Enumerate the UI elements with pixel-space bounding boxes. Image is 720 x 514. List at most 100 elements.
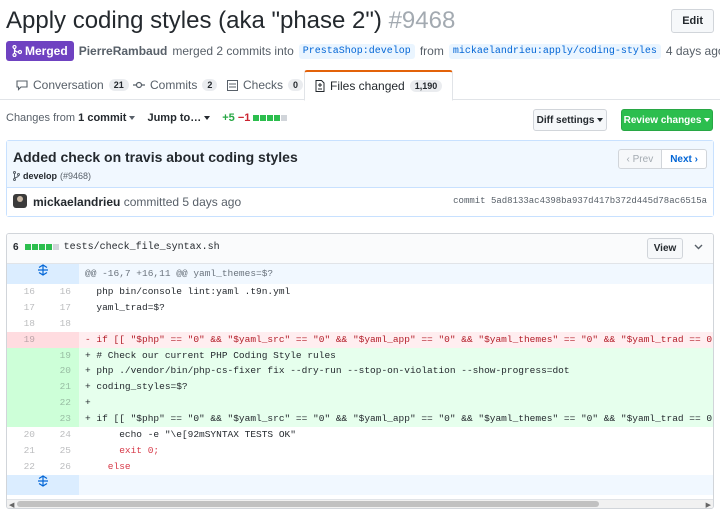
- pr-title: Apply coding styles (aka "phase 2") #946…: [6, 6, 714, 36]
- scroll-right-icon[interactable]: ▶: [706, 501, 711, 508]
- new-line-number[interactable]: 26: [43, 458, 79, 475]
- old-line-number[interactable]: 18: [7, 315, 43, 332]
- diff-line-add: 23 + if [[ "$php" == "0" && "$yaml_src" =…: [7, 411, 713, 428]
- scroll-left-icon[interactable]: ◀: [9, 501, 14, 508]
- scrollbar-thumb[interactable]: [17, 501, 599, 507]
- old-line-number[interactable]: 19: [7, 331, 43, 348]
- caret-down-icon: [204, 116, 211, 121]
- expand-up-icon[interactable]: [7, 264, 79, 284]
- changes-from-menu[interactable]: Changes from 1 commit: [6, 112, 136, 124]
- tab-commits-label: Commits: [150, 78, 198, 92]
- diff-line-add: 21 + coding_styles=$?: [7, 379, 713, 396]
- diff-code: [79, 316, 713, 332]
- commit-meta: mickaelandrieu committed 5 days ago comm…: [7, 188, 713, 216]
- tab-commits-count: 2: [202, 79, 218, 91]
- next-button[interactable]: Next ›: [662, 149, 707, 169]
- new-line-number[interactable]: 20: [43, 363, 79, 380]
- diff-line-ctx: 21 25 exit 0;: [7, 442, 713, 459]
- changes-from-label: Changes from: [6, 112, 76, 124]
- merge-icon: [12, 45, 22, 57]
- tab-commits[interactable]: Commits 2: [123, 70, 227, 100]
- diffstat-block: [281, 115, 288, 122]
- tab-checks[interactable]: Checks 0: [217, 70, 313, 100]
- tab-conversation[interactable]: Conversation 21: [6, 70, 139, 100]
- new-line-number[interactable]: 25: [43, 442, 79, 459]
- new-line-number[interactable]: 23: [43, 411, 79, 428]
- merged-text: merged 2 commits into: [172, 44, 294, 58]
- view-file-button[interactable]: View: [647, 238, 683, 259]
- chevron-down-icon[interactable]: [694, 242, 703, 253]
- new-line-number[interactable]: 21: [43, 379, 79, 396]
- head-branch[interactable]: mickaelandrieu:apply/coding-styles: [448, 43, 661, 59]
- old-line-number[interactable]: 20: [7, 427, 43, 443]
- diff-line-ctx: 17 17 yaml_trad=$?: [7, 299, 713, 316]
- commit-pr-ref[interactable]: (#9468): [60, 171, 91, 181]
- expand-row-code: [79, 475, 713, 495]
- edit-button[interactable]: Edit: [671, 9, 714, 33]
- new-line-number[interactable]: [43, 331, 79, 348]
- diff-line-add: 19 + # Check our current PHP Coding Style…: [7, 347, 713, 364]
- new-line-number[interactable]: 24: [43, 427, 79, 443]
- changes-from-value: 1 commit: [78, 112, 127, 124]
- old-line-number[interactable]: [7, 395, 43, 412]
- diff-code: php bin/console lint:yaml .t9n.yml: [85, 286, 291, 297]
- commit-sha[interactable]: commit 5ad8133ac4398ba937d417b372d445d78…: [453, 196, 707, 206]
- commit-pager: ‹ Prev Next ›: [617, 149, 707, 169]
- tab-checks-label: Checks: [243, 78, 284, 92]
- jump-to-menu[interactable]: Jump to…: [147, 112, 211, 124]
- old-line-number[interactable]: 17: [7, 299, 43, 316]
- file-path[interactable]: tests/check_file_syntax.sh: [64, 242, 220, 253]
- tab-checks-count: 0: [288, 79, 304, 91]
- new-line-number[interactable]: 18: [43, 315, 79, 332]
- new-line-number[interactable]: 19: [43, 347, 79, 364]
- deletions-count: −1: [237, 112, 251, 124]
- diff-table: @@ -16,7 +16,11 @@ yaml_themes=$? 16 16 p…: [7, 264, 713, 495]
- old-line-number[interactable]: [7, 363, 43, 380]
- toolbar-left: Changes from 1 commit Jump to… +5 −1: [6, 112, 288, 124]
- diff-settings-button[interactable]: Diff settings: [533, 109, 607, 131]
- diff-line-ctx: 22 26 else: [7, 458, 713, 475]
- diff-lines: 16 16 php bin/console lint:yaml .t9n.yml 1…: [7, 284, 713, 475]
- merged-label: Merged: [25, 44, 68, 58]
- diffstat-block: [253, 115, 260, 122]
- new-line-number[interactable]: 16: [43, 284, 79, 300]
- merged-badge: Merged: [6, 41, 74, 61]
- commit-author[interactable]: mickaelandrieu: [33, 195, 120, 209]
- diff-code: + # Check our current PHP Coding Style r…: [79, 347, 713, 364]
- old-line-number[interactable]: 21: [7, 442, 43, 459]
- old-line-number[interactable]: 16: [7, 284, 43, 300]
- file-diffstat-bar: [24, 242, 60, 253]
- diff-settings-label: Diff settings: [536, 114, 595, 126]
- commit-branch-name[interactable]: develop: [23, 171, 57, 181]
- from-text: from: [419, 44, 444, 58]
- additions-count: +5: [222, 112, 235, 124]
- prev-button[interactable]: ‹ Prev: [617, 149, 663, 169]
- commit-title[interactable]: Added check on travis about coding style…: [13, 149, 298, 165]
- pr-header: Apply coding styles (aka "phase 2") #946…: [6, 6, 720, 66]
- tab-files-changed[interactable]: Files changed 1,190: [304, 70, 454, 101]
- review-changes-button[interactable]: Review changes: [621, 109, 713, 131]
- old-line-number[interactable]: [7, 347, 43, 364]
- diff-line-ctx: 16 16 php bin/console lint:yaml .t9n.yml: [7, 284, 713, 300]
- old-line-number[interactable]: [7, 379, 43, 396]
- expand-down-icon[interactable]: [7, 474, 79, 495]
- avatar[interactable]: [13, 194, 27, 208]
- diff-line-ctx: 18 18: [7, 315, 713, 332]
- file-header-info: 6 tests/check_file_syntax.sh: [13, 242, 220, 253]
- hunk-text: @@ -16,7 +16,11 @@ yaml_themes=$?: [85, 268, 274, 279]
- hunk-header: @@ -16,7 +16,11 @@ yaml_themes=$?: [7, 264, 713, 284]
- pr-author[interactable]: PierreRambaud: [79, 44, 168, 58]
- pr-title-text: Apply coding styles (aka "phase 2"): [6, 7, 382, 34]
- base-branch[interactable]: PrestaShop:develop: [298, 43, 415, 59]
- merged-time: 4 days ago: [665, 44, 720, 58]
- old-line-number[interactable]: 22: [7, 458, 43, 475]
- diff-code: exit 0;: [85, 444, 160, 456]
- pr-tabs: Conversation 21 Commits 2 Checks 0 Files…: [0, 70, 720, 101]
- horizontal-scrollbar[interactable]: ◀ ▶: [7, 499, 713, 508]
- commit-icon: [133, 81, 145, 89]
- new-line-number[interactable]: 22: [43, 395, 79, 412]
- jump-to-label: Jump to…: [147, 112, 202, 124]
- new-line-number[interactable]: 17: [43, 299, 79, 316]
- old-line-number[interactable]: [7, 411, 43, 428]
- checklist-icon: [227, 79, 238, 91]
